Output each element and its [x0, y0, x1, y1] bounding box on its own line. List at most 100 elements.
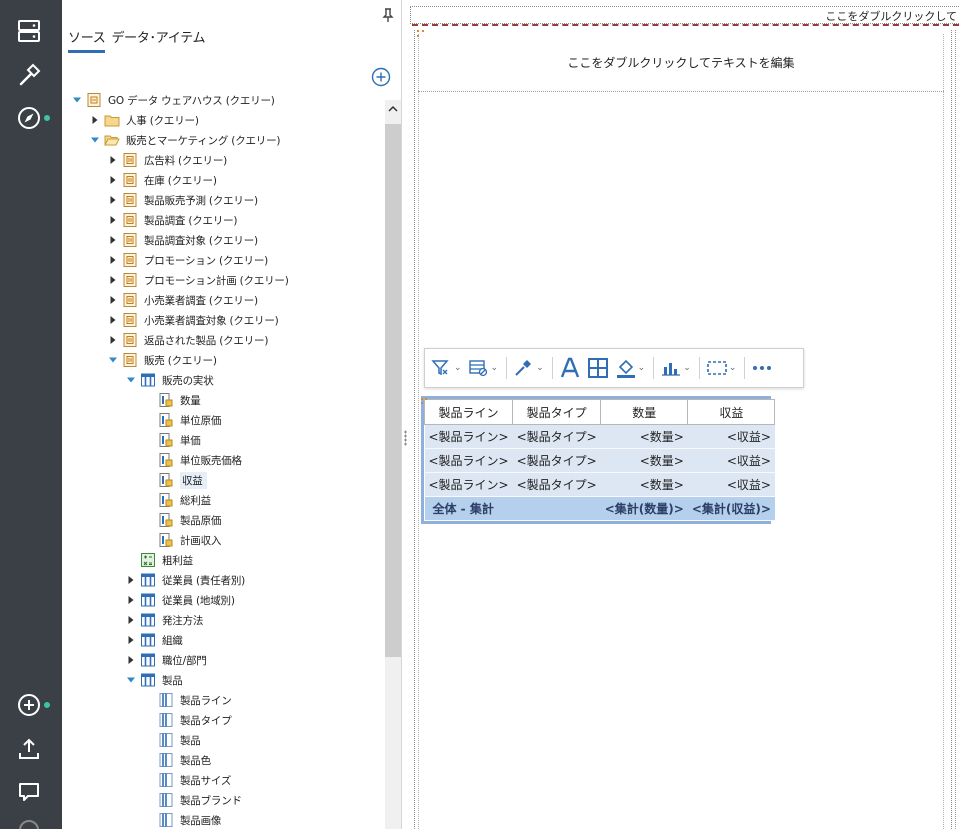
table-cell[interactable]: <数量> [600, 448, 688, 473]
data-server-icon[interactable] [14, 16, 44, 46]
expand-triangle-icon[interactable] [108, 355, 118, 365]
add-new-icon[interactable] [14, 690, 44, 720]
tree-node[interactable]: 製品 [144, 730, 201, 750]
scroll-up-icon[interactable] [388, 104, 398, 114]
column-header[interactable]: 製品ライン [423, 399, 514, 425]
scrollbar-thumb[interactable] [385, 124, 401, 657]
tree-node[interactable]: GO データ ウェアハウス (クエリー) [72, 90, 275, 110]
column-header[interactable]: 数量 [600, 399, 689, 425]
tree-node[interactable]: 製品色 [144, 750, 211, 770]
more-button[interactable] [751, 354, 773, 382]
tab-data-items[interactable]: データ･アイテム [111, 25, 205, 53]
expand-triangle-icon[interactable] [126, 375, 136, 385]
total-label[interactable]: 全体 - 集計 [424, 496, 601, 521]
fill-color-button[interactable]: ⌄ [615, 354, 645, 382]
column-header[interactable]: 製品タイプ [512, 399, 602, 425]
tree-node[interactable]: 在庫 (クエリー) [108, 170, 217, 190]
splitter-grip-icon[interactable] [404, 430, 407, 446]
tree-node[interactable]: 総利益 [144, 490, 211, 510]
table-cell[interactable]: <数量> [600, 424, 688, 449]
collapse-triangle-icon[interactable] [126, 575, 136, 585]
collapse-triangle-icon[interactable] [108, 195, 118, 205]
chart-button[interactable]: ⌄ [660, 354, 691, 382]
collapse-triangle-icon[interactable] [108, 335, 118, 345]
filter-button[interactable]: ⌄ [431, 354, 462, 382]
borders-button[interactable] [587, 354, 609, 382]
tree-node[interactable]: 従業員 (責任者別) [126, 570, 245, 590]
table-cell[interactable]: <収益> [687, 424, 775, 449]
suppress-button[interactable]: ⌄ [468, 354, 498, 382]
tree-node[interactable]: プロモーション計画 (クエリー) [108, 270, 289, 290]
tree-node[interactable]: 発注方法 [126, 610, 203, 630]
page-title-text[interactable]: ここをダブルクリックして [825, 8, 957, 24]
collapse-triangle-icon[interactable] [108, 315, 118, 325]
collapse-triangle-icon[interactable] [126, 635, 136, 645]
tree-node[interactable]: 製品サイズ [144, 770, 231, 790]
tree-node[interactable]: 販売 (クエリー) [108, 350, 217, 370]
tree-node[interactable]: 小売業者調査対象 (クエリー) [108, 310, 279, 330]
tree-node[interactable]: 返品された製品 (クエリー) [108, 330, 268, 350]
table-cell[interactable]: <収益> [687, 472, 775, 497]
add-source-icon[interactable] [371, 67, 391, 87]
tree-node[interactable]: 収益 [144, 470, 207, 490]
panel-splitter[interactable] [402, 0, 410, 829]
collapse-triangle-icon[interactable] [108, 175, 118, 185]
header-text[interactable]: ここをダブルクリックしてテキストを編集 [567, 54, 794, 71]
table-cell[interactable]: <製品タイプ> [512, 472, 601, 497]
help-icon[interactable] [14, 815, 44, 829]
tree-node[interactable]: 製品原価 [144, 510, 221, 530]
tree-node[interactable]: 販売の実状 [126, 370, 214, 390]
expand-triangle-icon[interactable] [126, 675, 136, 685]
tree-node[interactable]: 製品調査対象 (クエリー) [108, 230, 258, 250]
tree-node[interactable]: 数量 [144, 390, 201, 410]
pin-icon[interactable] [382, 8, 394, 22]
font-button[interactable] [559, 354, 581, 382]
tree-node[interactable]: 製品 [126, 670, 183, 690]
collapse-triangle-icon[interactable] [108, 295, 118, 305]
list-report[interactable]: 製品ライン 製品タイプ 数量 収益 <製品ライン> <製品タイプ> <数量> <… [421, 396, 776, 524]
collapse-triangle-icon[interactable] [90, 115, 100, 125]
tree-node[interactable]: 製品販売予測 (クエリー) [108, 190, 258, 210]
tree-node[interactable]: 小売業者調査 (クエリー) [108, 290, 258, 310]
collapse-triangle-icon[interactable] [108, 215, 118, 225]
tree-node[interactable]: 人事 (クエリー) [90, 110, 199, 130]
tree-node[interactable]: 製品ブランド [144, 790, 242, 810]
tree-node[interactable]: 製品調査 (クエリー) [108, 210, 238, 230]
tree-node[interactable]: 職位/部門 [126, 650, 207, 670]
collapse-triangle-icon[interactable] [108, 155, 118, 165]
build-hammer-icon[interactable] [14, 60, 44, 90]
tab-source[interactable]: ソース [68, 25, 106, 53]
page-header-block[interactable]: ここをダブルクリックしてテキストを編集 [418, 34, 944, 92]
table-cell[interactable]: <製品タイプ> [512, 424, 601, 449]
table-cell[interactable]: <製品ライン> [424, 448, 513, 473]
collapse-triangle-icon[interactable] [126, 655, 136, 665]
select-ancestor-button[interactable]: ⌄ [706, 354, 736, 382]
collapse-triangle-icon[interactable] [126, 615, 136, 625]
tree-node[interactable]: 単位販売価格 [144, 450, 242, 470]
tree-node[interactable]: 単位原価 [144, 410, 221, 430]
collapse-triangle-icon[interactable] [108, 255, 118, 265]
table-cell[interactable]: <製品ライン> [424, 424, 513, 449]
tree-scrollbar[interactable] [385, 100, 401, 829]
tree-node[interactable]: 広告料 (クエリー) [108, 150, 227, 170]
tree-node[interactable]: 粗利益 [126, 550, 193, 570]
tree-node[interactable]: 販売とマーケティング (クエリー) [90, 130, 280, 150]
collapse-triangle-icon[interactable] [126, 595, 136, 605]
tree-node[interactable]: プロモーション (クエリー) [108, 250, 268, 270]
total-quantity[interactable]: <集計(数量)> [600, 496, 688, 521]
collapse-triangle-icon[interactable] [108, 235, 118, 245]
total-revenue[interactable]: <集計(収益)> [687, 496, 775, 521]
tree-node[interactable]: 単価 [144, 430, 201, 450]
table-cell[interactable]: <数量> [600, 472, 688, 497]
tree-node[interactable]: 製品ライン [144, 690, 232, 710]
tree-node[interactable]: 計画収入 [144, 530, 221, 550]
eyedropper-button[interactable]: ⌄ [513, 354, 544, 382]
tree-node[interactable]: 製品画像 [144, 810, 221, 829]
collapse-triangle-icon[interactable] [108, 275, 118, 285]
expand-triangle-icon[interactable] [90, 135, 100, 145]
comment-icon[interactable] [14, 777, 44, 807]
table-cell[interactable]: <収益> [687, 448, 775, 473]
tree-node[interactable]: 組織 [126, 630, 183, 650]
column-header[interactable]: 収益 [687, 399, 776, 425]
expand-triangle-icon[interactable] [72, 95, 82, 105]
